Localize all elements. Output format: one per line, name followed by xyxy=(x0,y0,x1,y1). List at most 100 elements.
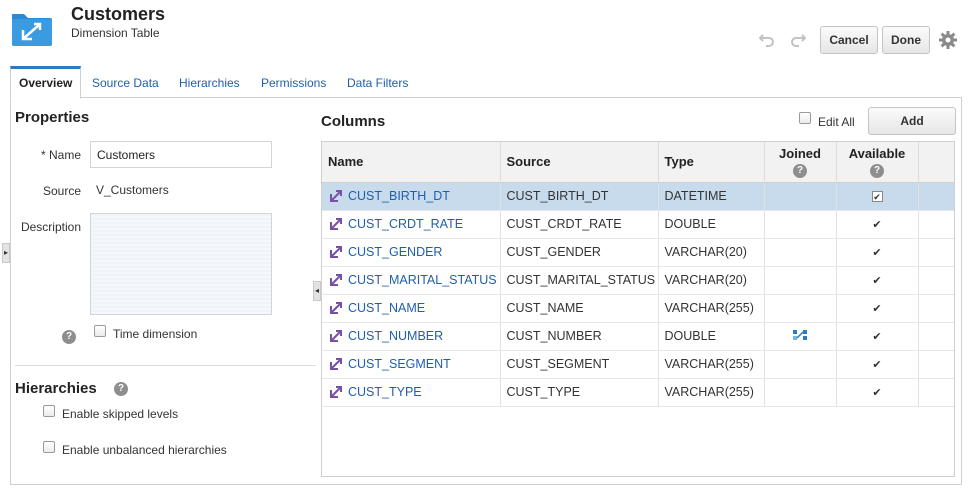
gear-icon[interactable] xyxy=(938,30,958,50)
column-name-link[interactable]: CUST_CRDT_RATE xyxy=(348,217,463,231)
redo-icon[interactable] xyxy=(789,31,807,49)
dimension-column-icon xyxy=(328,273,348,287)
column-name-cell[interactable]: CUST_BIRTH_DT xyxy=(322,182,501,211)
tab-data-filters[interactable]: Data Filters xyxy=(339,66,416,98)
available-checkbox[interactable]: ✔ xyxy=(871,191,883,202)
table-row[interactable]: CUST_NAME CUST_NAME VARCHAR(255) ✔ xyxy=(322,294,954,323)
hierarchies-help-icon[interactable]: ? xyxy=(114,382,128,396)
column-available-cell[interactable]: ✔ xyxy=(836,350,919,379)
column-joined-cell xyxy=(764,350,837,379)
dimension-column-icon xyxy=(328,217,348,231)
name-field[interactable]: Customers xyxy=(90,141,272,168)
column-name-link[interactable]: CUST_BIRTH_DT xyxy=(348,189,450,203)
source-value: V_Customers xyxy=(96,183,169,197)
check-icon: ✔ xyxy=(872,331,882,343)
column-name-link[interactable]: CUST_SEGMENT xyxy=(348,357,451,371)
enable-skipped-levels-label: Enable skipped levels xyxy=(62,407,179,421)
tab-source-data[interactable]: Source Data xyxy=(84,66,167,98)
column-joined-cell xyxy=(764,238,837,267)
joined-help-icon[interactable]: ? xyxy=(793,163,807,178)
column-spacer-cell xyxy=(918,238,954,267)
column-type-cell: DOUBLE xyxy=(658,210,765,239)
description-label: Description xyxy=(20,220,81,234)
column-available-cell[interactable]: ✔ xyxy=(836,210,919,239)
column-joined-cell xyxy=(764,266,837,295)
column-type-cell: DOUBLE xyxy=(658,322,765,351)
properties-heading: Properties xyxy=(15,109,90,126)
column-spacer-cell xyxy=(918,294,954,323)
column-header-joined[interactable]: Joined ? xyxy=(764,142,837,183)
description-textarea[interactable] xyxy=(90,213,272,315)
table-row[interactable]: CUST_MARITAL_STATUS CUST_MARITAL_STATUS VA… xyxy=(322,266,954,295)
column-available-cell[interactable]: ✔ xyxy=(836,322,919,351)
column-name-cell[interactable]: CUST_GENDER xyxy=(322,238,501,267)
split-panel-toggle[interactable]: ◂ xyxy=(313,281,321,301)
column-name-cell[interactable]: CUST_MARITAL_STATUS xyxy=(322,266,501,295)
column-header-name[interactable]: Name xyxy=(322,142,501,183)
column-available-cell[interactable]: ✔ xyxy=(836,378,919,407)
check-icon: ✔ xyxy=(872,303,882,315)
column-header-source[interactable]: Source xyxy=(500,142,659,183)
column-name-link[interactable]: CUST_GENDER xyxy=(348,245,442,259)
column-type-cell: VARCHAR(20) xyxy=(658,266,765,295)
column-joined-cell xyxy=(764,182,837,211)
table-row[interactable]: CUST_NUMBER CUST_NUMBER DOUBLE ✔ xyxy=(322,322,954,351)
column-available-cell[interactable]: ✔ xyxy=(836,238,919,267)
column-name-cell[interactable]: CUST_SEGMENT xyxy=(322,350,501,379)
add-column-button[interactable]: Add Column xyxy=(868,107,956,154)
column-spacer-cell xyxy=(918,322,954,351)
cancel-button[interactable]: Cancel xyxy=(820,26,878,54)
available-help-icon[interactable]: ? xyxy=(870,163,884,178)
column-name-link[interactable]: CUST_MARITAL_STATUS xyxy=(348,273,497,287)
enable-skipped-levels-checkbox[interactable] xyxy=(43,405,55,417)
column-type-cell: VARCHAR(255) xyxy=(658,294,765,323)
table-row[interactable]: CUST_BIRTH_DT CUST_BIRTH_DT DATETIME ✔ xyxy=(322,182,954,211)
join-icon[interactable] xyxy=(793,329,807,344)
enable-unbalanced-hierarchies-checkbox[interactable] xyxy=(43,441,55,453)
column-type-cell: DATETIME xyxy=(658,182,765,211)
undo-icon[interactable] xyxy=(758,31,776,49)
table-row[interactable]: CUST_TYPE CUST_TYPE VARCHAR(255) ✔ xyxy=(322,378,954,407)
table-row[interactable]: CUST_GENDER CUST_GENDER VARCHAR(20) ✔ xyxy=(322,238,954,267)
column-available-cell[interactable]: ✔ xyxy=(836,266,919,295)
column-name-cell[interactable]: CUST_NUMBER xyxy=(322,322,501,351)
column-name-link[interactable]: CUST_TYPE xyxy=(348,385,422,399)
table-row[interactable]: CUST_SEGMENT CUST_SEGMENT VARCHAR(255) ✔ xyxy=(322,350,954,379)
tab-overview[interactable]: Overview xyxy=(10,66,82,99)
column-type-cell: VARCHAR(255) xyxy=(658,350,765,379)
table-row[interactable]: CUST_CRDT_RATE CUST_CRDT_RATE DOUBLE ✔ xyxy=(322,210,954,239)
tab-hierarchies[interactable]: Hierarchies xyxy=(171,66,248,98)
column-name-link[interactable]: CUST_NAME xyxy=(348,301,425,315)
tab-permissions[interactable]: Permissions xyxy=(253,66,334,98)
column-available-cell[interactable]: ✔ xyxy=(836,182,919,211)
column-header-type[interactable]: Type xyxy=(658,142,765,183)
column-header-available[interactable]: Available ? xyxy=(836,142,919,183)
time-dimension-checkbox[interactable] xyxy=(94,325,106,337)
column-available-cell[interactable]: ✔ xyxy=(836,294,919,323)
column-source-cell: CUST_CRDT_RATE xyxy=(500,210,659,239)
column-name-cell[interactable]: CUST_TYPE xyxy=(322,378,501,407)
column-joined-cell xyxy=(764,322,837,351)
column-name-link[interactable]: CUST_NUMBER xyxy=(348,329,443,343)
enable-unbalanced-hierarchies-label: Enable unbalanced hierarchies xyxy=(62,443,227,457)
column-name-cell[interactable]: CUST_CRDT_RATE xyxy=(322,210,501,239)
dimension-column-icon xyxy=(328,357,348,371)
hierarchies-heading: Hierarchies xyxy=(15,380,97,397)
dimension-folder-icon xyxy=(10,8,54,48)
section-divider xyxy=(15,365,316,366)
column-joined-cell xyxy=(764,210,837,239)
check-icon: ✔ xyxy=(872,219,882,231)
column-header-joined-label: Joined xyxy=(779,145,821,161)
help-icon[interactable]: ? xyxy=(62,330,76,344)
column-header-spacer xyxy=(918,142,954,183)
left-panel-toggle[interactable]: ▸ xyxy=(2,243,10,263)
columns-table: Name Source Type Joined ? Available ? CU… xyxy=(321,141,955,477)
edit-all-checkbox[interactable] xyxy=(799,112,811,124)
column-source-cell: CUST_MARITAL_STATUS xyxy=(500,266,659,295)
column-name-cell[interactable]: CUST_NAME xyxy=(322,294,501,323)
column-spacer-cell xyxy=(918,378,954,407)
column-type-cell: VARCHAR(20) xyxy=(658,238,765,267)
column-source-cell: CUST_GENDER xyxy=(500,238,659,267)
done-button[interactable]: Done xyxy=(882,26,930,54)
column-spacer-cell xyxy=(918,350,954,379)
